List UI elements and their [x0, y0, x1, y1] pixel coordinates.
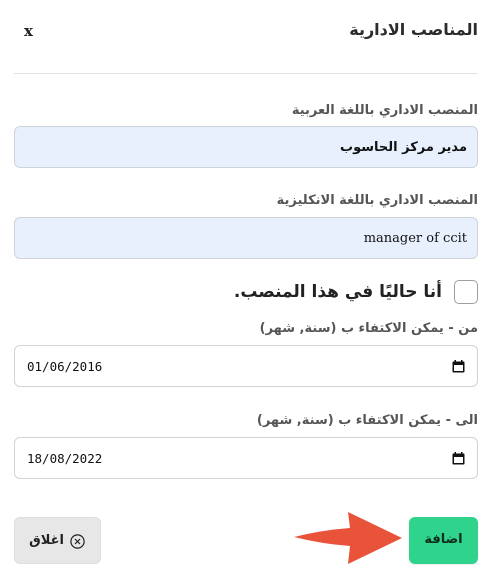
- date-from-input[interactable]: 01/06/2016: [14, 345, 478, 387]
- circle-x-icon: [70, 534, 85, 549]
- header-divider: [14, 73, 478, 74]
- date-to-input[interactable]: 18/08/2022: [14, 437, 478, 479]
- current-position-checkbox[interactable]: [454, 280, 478, 304]
- arrow-icon: [294, 512, 402, 564]
- date-from-value: 01/06/2016: [27, 359, 103, 374]
- current-position-row: أنا حاليًا في هذا المنصب.: [14, 280, 478, 304]
- position-en-input[interactable]: [14, 217, 478, 259]
- date-from-label: من - يمكن الاكتفاء ب (سنة, شهر): [259, 321, 478, 336]
- date-to-value: 18/08/2022: [27, 451, 103, 466]
- date-to-label: الى - يمكن الاكتفاء ب (سنة, شهر): [256, 413, 478, 428]
- calendar-icon[interactable]: [452, 452, 465, 465]
- dialog-header: المناصب الادارية x: [0, 0, 492, 74]
- add-button[interactable]: اضافة: [409, 517, 478, 564]
- position-ar-label: المنصب الاداري باللغة العربية: [291, 103, 478, 118]
- position-en-label: المنصب الاداري باللغة الانكليزية: [276, 193, 478, 208]
- close-button[interactable]: اغلاق: [14, 517, 101, 564]
- close-button-label: اغلاق: [29, 533, 64, 548]
- close-icon[interactable]: x: [24, 22, 33, 40]
- calendar-icon[interactable]: [452, 360, 465, 373]
- current-position-label: أنا حاليًا في هذا المنصب.: [233, 282, 442, 302]
- dialog-title: المناصب الادارية: [349, 20, 478, 39]
- add-button-label: اضافة: [424, 532, 463, 547]
- position-ar-input[interactable]: [14, 126, 478, 168]
